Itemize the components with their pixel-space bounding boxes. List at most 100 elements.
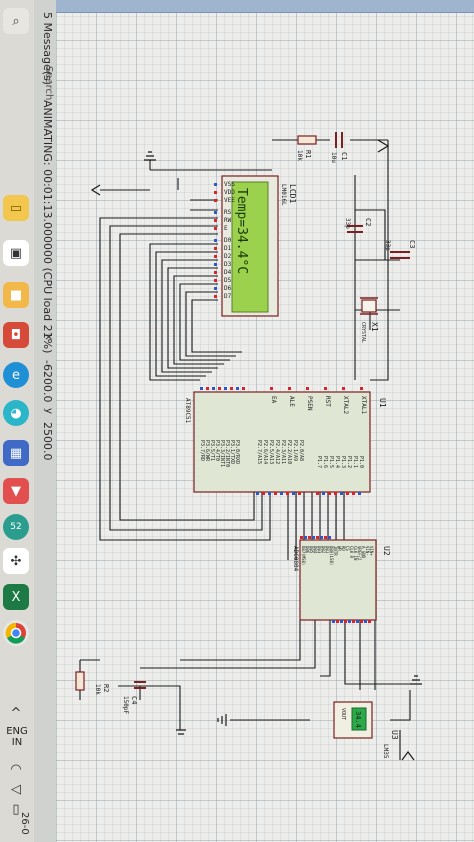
u1-p2-pin-state bbox=[274, 492, 277, 495]
c3-value: 33p bbox=[384, 240, 391, 251]
u1-p1-pin-state bbox=[328, 492, 331, 495]
resistor-r1[interactable]: R1 10k bbox=[296, 135, 317, 161]
c3-ref: C3 bbox=[408, 240, 416, 248]
u1-p1-pin-state bbox=[322, 492, 325, 495]
u1-p1-pin-state bbox=[358, 492, 361, 495]
lcd-pin-state bbox=[214, 239, 217, 242]
lcd-pin-state bbox=[214, 219, 217, 222]
u2-pin-state bbox=[344, 620, 347, 623]
capacitor-c3[interactable]: C3 33p bbox=[384, 240, 416, 259]
lcd-pin-label: RW bbox=[224, 217, 232, 224]
c2-value: 33p bbox=[344, 218, 351, 229]
c1-value: 10u bbox=[330, 152, 337, 163]
u1-p0-pin-state bbox=[224, 387, 227, 390]
r1-value: 10k bbox=[296, 150, 303, 161]
x1-ref: X1 bbox=[370, 322, 379, 332]
u2-pin-state bbox=[340, 620, 343, 623]
u1-p0-pin-state bbox=[200, 387, 203, 390]
lcd-pin-state bbox=[214, 287, 217, 290]
u1-p2-pin-state bbox=[262, 492, 265, 495]
u2-pin-state bbox=[336, 620, 339, 623]
u2-pin-state bbox=[364, 620, 367, 623]
u1-p2-pin-state bbox=[256, 492, 259, 495]
u1-ref: U1 bbox=[378, 398, 387, 408]
sensor-u3-lm35[interactable]: 34.4 VOUT U3 LM35 bbox=[333, 701, 399, 759]
lcd-pin-label: D6 bbox=[224, 285, 232, 292]
lcd-pin-label: D0 bbox=[224, 237, 232, 244]
lcd-pin-state bbox=[214, 211, 217, 214]
u2-ref: U2 bbox=[382, 546, 391, 556]
u1-p1-pin-state bbox=[334, 492, 337, 495]
x1-value: CRYSTAL bbox=[360, 322, 366, 343]
u1-p1-pin-state bbox=[346, 492, 349, 495]
u1-ctrl-pin-state bbox=[270, 387, 273, 390]
u1-ctrl-pin-state bbox=[342, 387, 345, 390]
u2-pin-state bbox=[360, 620, 363, 623]
lcd-pin-label: VEE bbox=[224, 197, 235, 204]
u1-ctrl-pin-state bbox=[324, 387, 327, 390]
mcu-u1-at89c51[interactable]: U1 AT89C51 XTAL1XTAL2RSTPSENALEEAP3.0/RX… bbox=[184, 387, 387, 495]
u2-pin-label: DB7(MSB) bbox=[301, 546, 306, 565]
u1-ctrl-pin-label: EA bbox=[270, 396, 277, 404]
vcc-arrow-u3 bbox=[401, 751, 415, 761]
u1-p2-pin-state bbox=[268, 492, 271, 495]
u2-pin-state bbox=[304, 536, 307, 539]
r2-value: 10k bbox=[94, 684, 101, 695]
capacitor-c4[interactable]: C4 150pF bbox=[122, 681, 146, 714]
u1-p2-pin-state bbox=[286, 492, 289, 495]
u1-ctrl-pin-state bbox=[288, 387, 291, 390]
u1-ctrl-pin-label: XTAL2 bbox=[342, 396, 349, 414]
lcd-ref: LCD1 bbox=[288, 184, 297, 203]
schematic-drawing: R1 10k C1 10u C2 33p C3 33p X1 CRYSTAL T… bbox=[75, 132, 422, 761]
u1-p1-pin-state bbox=[316, 492, 319, 495]
u3-model: LM35 bbox=[382, 744, 389, 759]
u1-p0-pin-state bbox=[236, 387, 239, 390]
u1-p0-pin-state bbox=[206, 387, 209, 390]
u2-pin-state bbox=[320, 536, 323, 539]
capacitor-c2[interactable]: C2 33p bbox=[344, 218, 372, 233]
lcd-pin-label: VSS bbox=[224, 181, 235, 188]
u2-model: ADC0804 bbox=[292, 546, 299, 572]
capacitor-c1[interactable]: C1 10u bbox=[330, 132, 348, 163]
u1-ctrl-pin-state bbox=[360, 387, 363, 390]
lcd-pin-label: D5 bbox=[224, 277, 232, 284]
u1-ctrl-pin-label: RST bbox=[324, 396, 331, 407]
resistor-r2[interactable]: R2 10k bbox=[75, 671, 110, 695]
c4-ref: C4 bbox=[130, 696, 138, 704]
ground-symbol-left bbox=[217, 714, 227, 726]
u1-ctrl-pin-state bbox=[306, 387, 309, 390]
lcd-pin-state bbox=[214, 183, 217, 186]
lcd-pin-state bbox=[214, 227, 217, 230]
u1-p0-pin-state bbox=[242, 387, 245, 390]
u2-pin-state bbox=[324, 536, 327, 539]
lcd-lm016l[interactable]: Temp=34.4°C LCD1 LM016L VSSVDDVEE RSRWE D0… bbox=[214, 175, 297, 317]
u2-pin-state bbox=[332, 620, 335, 623]
u2-pin-state bbox=[368, 620, 371, 623]
lcd-pin-state bbox=[214, 191, 217, 194]
u2-pin-state bbox=[300, 536, 303, 539]
u2-pin-state bbox=[316, 536, 319, 539]
u3-reading: 34.4 bbox=[354, 711, 362, 728]
u1-p2-pin-state bbox=[292, 492, 295, 495]
r2-ref: R2 bbox=[102, 684, 110, 692]
u1-p1-pin-state bbox=[352, 492, 355, 495]
c1-ref: C1 bbox=[340, 152, 348, 160]
u1-p0-pin-state bbox=[230, 387, 233, 390]
u1-p2-pin-label: P2.7/A15 bbox=[256, 440, 262, 464]
lcd-pin-state bbox=[214, 263, 217, 266]
u2-pin-state bbox=[348, 620, 351, 623]
r1-ref: R1 bbox=[304, 150, 312, 158]
u3-ref: U3 bbox=[390, 730, 399, 740]
u1-p0-pin-state bbox=[212, 387, 215, 390]
u3-vout-pin: VOUT bbox=[340, 708, 346, 720]
lcd-pin-label: E bbox=[224, 225, 228, 232]
u2-pin-state bbox=[356, 620, 359, 623]
lcd-pin-label: VDD bbox=[224, 189, 235, 196]
lcd-display-text: Temp=34.4°C bbox=[234, 188, 249, 274]
adc-u2-adc0804[interactable]: U2 ADC0804 VIN+VIN-A GNDVREF/2CLK INCLK … bbox=[292, 536, 391, 623]
u2-pin-state bbox=[312, 536, 315, 539]
lcd-pin-label: RS bbox=[224, 209, 232, 216]
u1-ctrl-pin-label: ALE bbox=[288, 396, 295, 407]
lcd-model: LM016L bbox=[280, 184, 287, 206]
c4-value: 150pF bbox=[122, 696, 129, 714]
